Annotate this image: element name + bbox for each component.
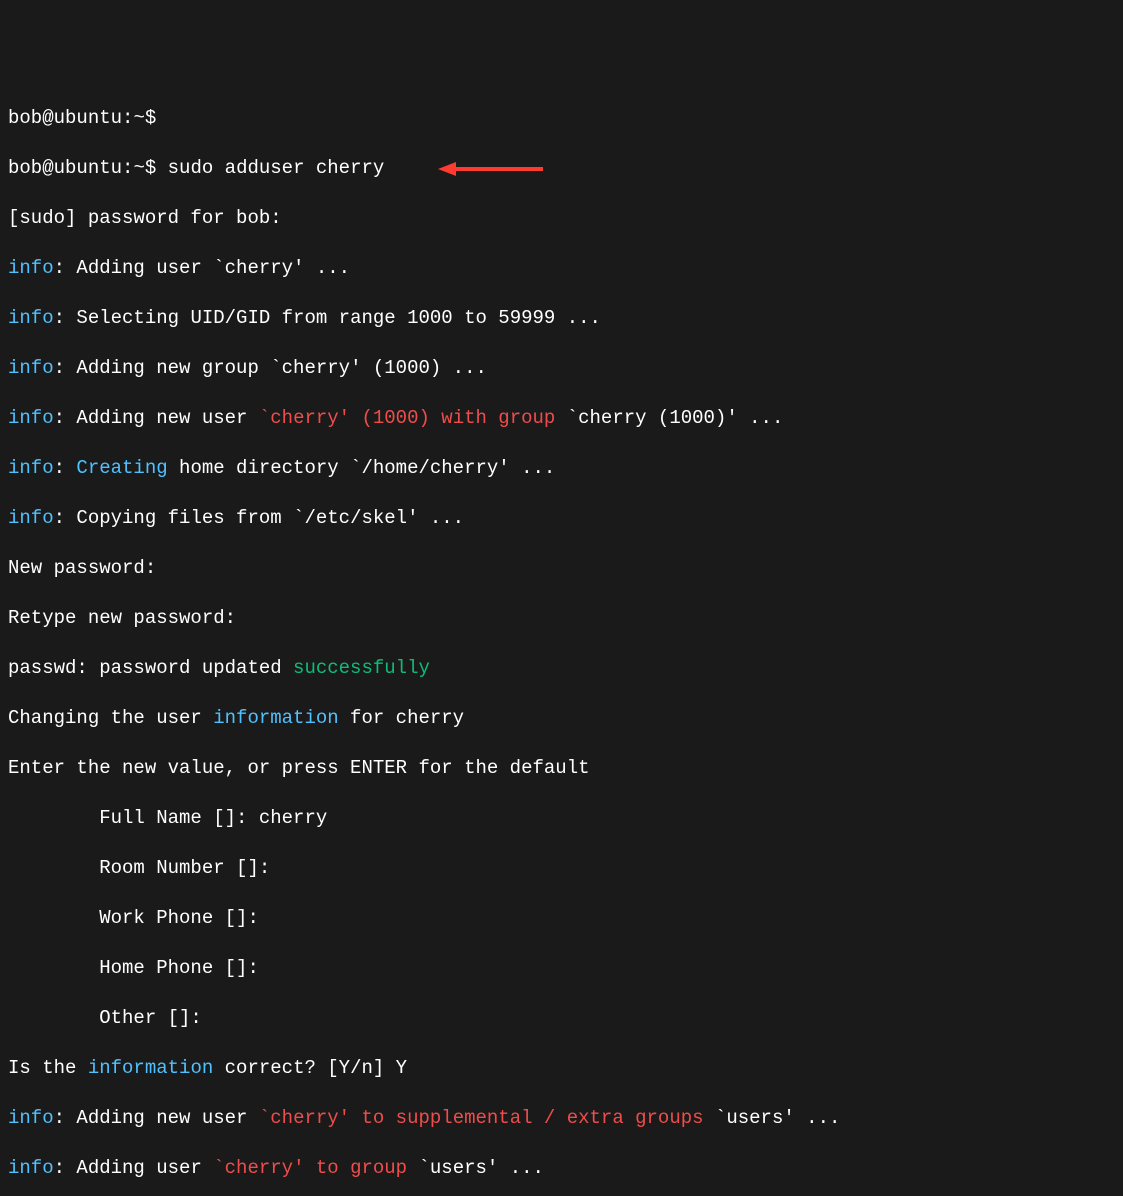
info-text: `cherry (1000)' ...	[555, 407, 783, 429]
info-text: home directory `/home/cherry' ...	[168, 457, 556, 479]
terminal-line: Work Phone []:	[8, 906, 1115, 931]
terminal-line: info: Adding user `cherry' to group `use…	[8, 1156, 1115, 1181]
terminal-text: passwd: password updated	[8, 657, 293, 679]
terminal-line: info: Adding new group `cherry' (1000) .…	[8, 356, 1115, 381]
prompt-end: $	[145, 107, 168, 129]
info-sep: :	[54, 507, 77, 529]
highlight-text: Creating	[76, 457, 167, 479]
prompt-path: ~	[133, 107, 144, 129]
terminal-line: passwd: password updated successfully	[8, 656, 1115, 681]
highlight-text: information	[213, 707, 338, 729]
info-prefix: info	[8, 1157, 54, 1179]
terminal-line: Room Number []:	[8, 856, 1115, 881]
arrow-left-icon	[438, 158, 543, 180]
highlight-text: `cherry' (1000) with group	[259, 407, 555, 429]
info-text: Adding user	[76, 1157, 213, 1179]
terminal-text: correct? [Y/n] Y	[213, 1057, 407, 1079]
terminal-text: for cherry	[339, 707, 464, 729]
info-text: `users' ...	[704, 1107, 841, 1129]
prompt-user-host: bob@ubuntu	[8, 107, 122, 129]
terminal-line: bob@ubuntu:~$	[8, 106, 1115, 131]
terminal-line: Changing the user information for cherry	[8, 706, 1115, 731]
terminal-line: Enter the new value, or press ENTER for …	[8, 756, 1115, 781]
info-sep: :	[54, 257, 77, 279]
terminal-line: Full Name []: cherry	[8, 806, 1115, 831]
success-text: successfully	[293, 657, 430, 679]
terminal-text: Changing the user	[8, 707, 213, 729]
terminal-line: bob@ubuntu:~$ sudo adduser cherry	[8, 156, 1115, 181]
info-text: Selecting UID/GID from range 1000 to 599…	[76, 307, 601, 329]
info-text: Adding user `cherry' ...	[76, 257, 350, 279]
prompt-end: $	[145, 157, 168, 179]
info-text: Adding new user	[76, 407, 258, 429]
info-prefix: info	[8, 257, 54, 279]
highlight-text: `cherry' to group	[213, 1157, 407, 1179]
prompt-sep: :	[122, 157, 133, 179]
terminal-line: info: Adding user `cherry' ...	[8, 256, 1115, 281]
info-text: `users' ...	[407, 1157, 544, 1179]
info-prefix: info	[8, 307, 54, 329]
terminal-line: Is the information correct? [Y/n] Y	[8, 1056, 1115, 1081]
info-sep: :	[54, 457, 77, 479]
prompt-user-host: bob@ubuntu	[8, 157, 122, 179]
terminal-line: info: Creating home directory `/home/che…	[8, 456, 1115, 481]
terminal-line: info: Adding new user `cherry' (1000) wi…	[8, 406, 1115, 431]
terminal-line: Home Phone []:	[8, 956, 1115, 981]
terminal-text: Is the	[8, 1057, 88, 1079]
info-sep: :	[54, 1157, 77, 1179]
terminal-line: [sudo] password for bob:	[8, 206, 1115, 231]
info-text: Adding new user	[76, 1107, 258, 1129]
terminal-line: info: Copying files from `/etc/skel' ...	[8, 506, 1115, 531]
info-prefix: info	[8, 507, 54, 529]
info-prefix: info	[8, 457, 54, 479]
info-sep: :	[54, 357, 77, 379]
info-text: Copying files from `/etc/skel' ...	[76, 507, 464, 529]
terminal-line: Other []:	[8, 1006, 1115, 1031]
terminal-line: info: Adding new user `cherry' to supple…	[8, 1106, 1115, 1131]
terminal-line: info: Selecting UID/GID from range 1000 …	[8, 306, 1115, 331]
info-prefix: info	[8, 407, 54, 429]
info-sep: :	[54, 407, 77, 429]
prompt-path: ~	[133, 157, 144, 179]
info-prefix: info	[8, 357, 54, 379]
info-prefix: info	[8, 1107, 54, 1129]
info-sep: :	[54, 1107, 77, 1129]
info-sep: :	[54, 307, 77, 329]
highlight-text: information	[88, 1057, 213, 1079]
highlight-text: `cherry' to supplemental / extra groups	[259, 1107, 704, 1129]
prompt-sep: :	[122, 107, 133, 129]
terminal-line: Retype new password:	[8, 606, 1115, 631]
command-text: sudo adduser cherry	[168, 157, 385, 179]
terminal-line: New password:	[8, 556, 1115, 581]
info-text: Adding new group `cherry' (1000) ...	[76, 357, 486, 379]
